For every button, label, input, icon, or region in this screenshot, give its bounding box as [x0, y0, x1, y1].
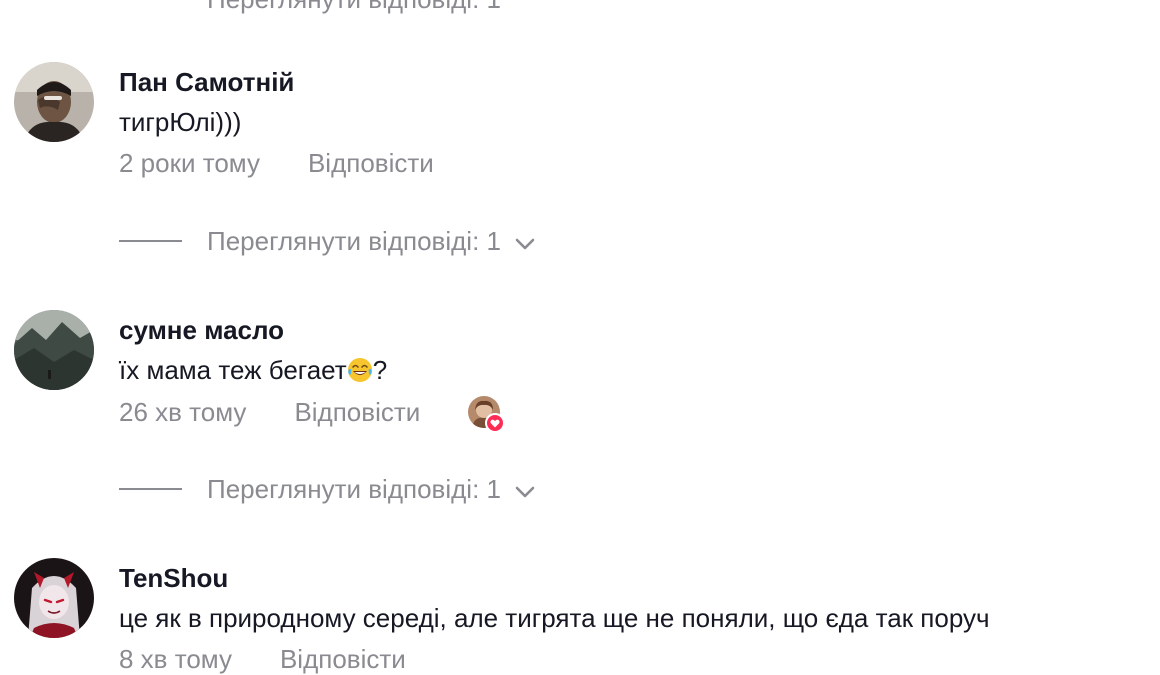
comment-timestamp: 8 хв тому — [119, 644, 232, 674]
creator-liked-badge — [468, 396, 506, 433]
chevron-down-icon — [515, 226, 535, 257]
person-photo-avatar-icon — [14, 62, 94, 142]
anime-character-avatar-icon — [14, 558, 94, 638]
comment-text: це як в природному середі, але тигрята щ… — [119, 603, 990, 633]
view-replies-label: Переглянути відповіді: 1 — [207, 0, 501, 14]
comment-author[interactable]: Пан Самотній — [119, 67, 294, 98]
comment-text: їх мама теж бегает ? — [119, 355, 387, 390]
divider-line — [119, 240, 182, 242]
avatar[interactable] — [14, 310, 94, 390]
divider-line — [119, 488, 182, 490]
avatar[interactable] — [14, 558, 94, 638]
comment-meta: 8 хв тому Відповісти — [119, 644, 406, 675]
reply-button[interactable]: Відповісти — [294, 397, 420, 428]
view-replies-label: Переглянути відповіді: 1 — [207, 473, 501, 504]
view-replies-link[interactable]: Переглянути відповіді: 1 — [119, 226, 535, 256]
comment-author[interactable]: TenShou — [119, 563, 228, 594]
view-replies-label: Переглянути відповіді: 1 — [207, 225, 501, 256]
comment-timestamp: 2 роки тому — [119, 148, 260, 178]
comment-text: тигрЮлі))) — [119, 107, 242, 137]
comment-text-part: ? — [372, 355, 388, 385]
face-with-tears-of-joy-icon — [347, 357, 373, 390]
avatar[interactable] — [14, 62, 94, 142]
comment-timestamp: 26 хв тому — [119, 396, 247, 427]
view-replies-link[interactable]: Переглянути відповіді: 1 — [119, 474, 535, 504]
heart-icon — [485, 413, 506, 433]
comment-author[interactable]: сумне масло — [119, 315, 284, 346]
reply-button[interactable]: Відповісти — [308, 148, 434, 179]
comment-meta: 2 роки тому Відповісти — [119, 148, 434, 179]
reply-button[interactable]: Відповісти — [280, 644, 406, 675]
chevron-down-icon — [515, 474, 535, 505]
comment-meta: 26 хв тому Відповісти — [119, 396, 506, 433]
view-replies-link-partial[interactable]: Переглянути відповіді: 1 — [207, 0, 501, 15]
mountain-landscape-avatar-icon — [14, 310, 94, 390]
comment-text-part: їх мама теж бегает — [119, 355, 347, 385]
